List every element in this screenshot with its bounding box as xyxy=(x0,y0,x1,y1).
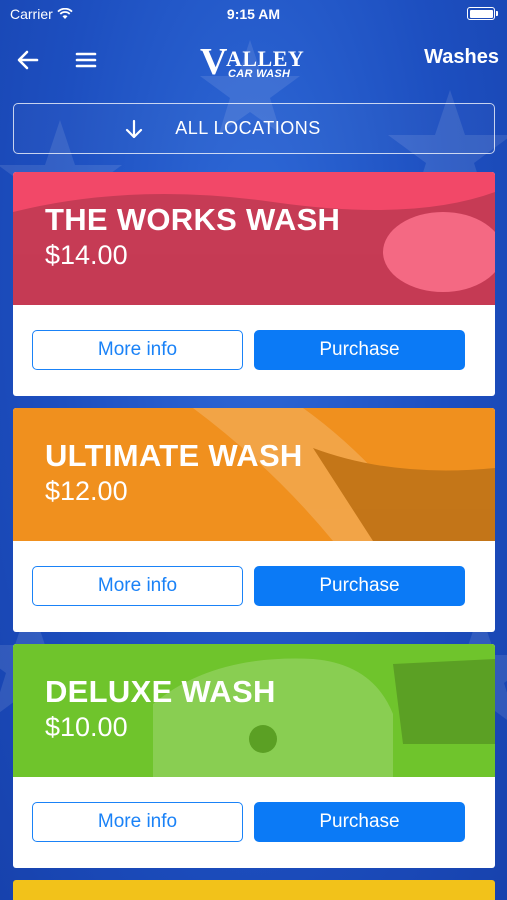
wash-banner: ULTIMATE WASH $12.00 xyxy=(13,408,495,541)
valley-car-wash-logo: V ALLEY CAR WASH xyxy=(200,41,305,83)
status-time: 9:15 AM xyxy=(226,6,281,22)
wash-name: DELUXE WASH xyxy=(45,674,276,709)
page-title: Washes xyxy=(424,46,499,68)
wash-card: ULTIMATE WASH $12.00 More info Purchase xyxy=(13,408,495,632)
battery-icon xyxy=(467,7,498,20)
navigation-bar: V ALLEY CAR WASH Washes xyxy=(0,36,507,84)
hamburger-menu-icon xyxy=(75,52,97,68)
purchase-button[interactable]: Purchase xyxy=(254,330,465,370)
wash-price: $12.00 xyxy=(45,476,128,506)
back-button[interactable] xyxy=(14,46,42,74)
car-photo-overlay xyxy=(13,192,495,305)
purchase-button[interactable]: Purchase xyxy=(254,566,465,606)
more-info-button[interactable]: More info xyxy=(32,330,243,370)
status-bar: Carrier 9:15 AM xyxy=(0,0,507,28)
purchase-button[interactable]: Purchase xyxy=(254,802,465,842)
wash-price: $14.00 xyxy=(45,240,128,270)
more-info-button[interactable]: More info xyxy=(32,566,243,606)
arrow-down-icon xyxy=(126,119,143,138)
wash-card: THE WORKS WASH $14.00 More info Purchase xyxy=(13,172,495,396)
wash-card: DELUXE WASH $10.00 More info Purchase xyxy=(13,644,495,868)
wash-name: THE WORKS WASH xyxy=(45,202,341,237)
wash-price: $10.00 xyxy=(45,712,128,742)
wash-card-partial xyxy=(13,880,495,900)
more-info-button[interactable]: More info xyxy=(32,802,243,842)
location-selector[interactable]: ALL LOCATIONS xyxy=(13,103,495,154)
wash-name: ULTIMATE WASH xyxy=(45,438,303,473)
car-photo-overlay xyxy=(153,658,495,777)
wash-banner: DELUXE WASH $10.00 xyxy=(13,644,495,777)
car-photo-overlay xyxy=(193,408,495,541)
location-selector-label: ALL LOCATIONS xyxy=(175,118,321,138)
arrow-left-icon xyxy=(17,50,39,70)
wash-banner: THE WORKS WASH $14.00 xyxy=(13,172,495,305)
menu-button[interactable] xyxy=(72,46,100,74)
